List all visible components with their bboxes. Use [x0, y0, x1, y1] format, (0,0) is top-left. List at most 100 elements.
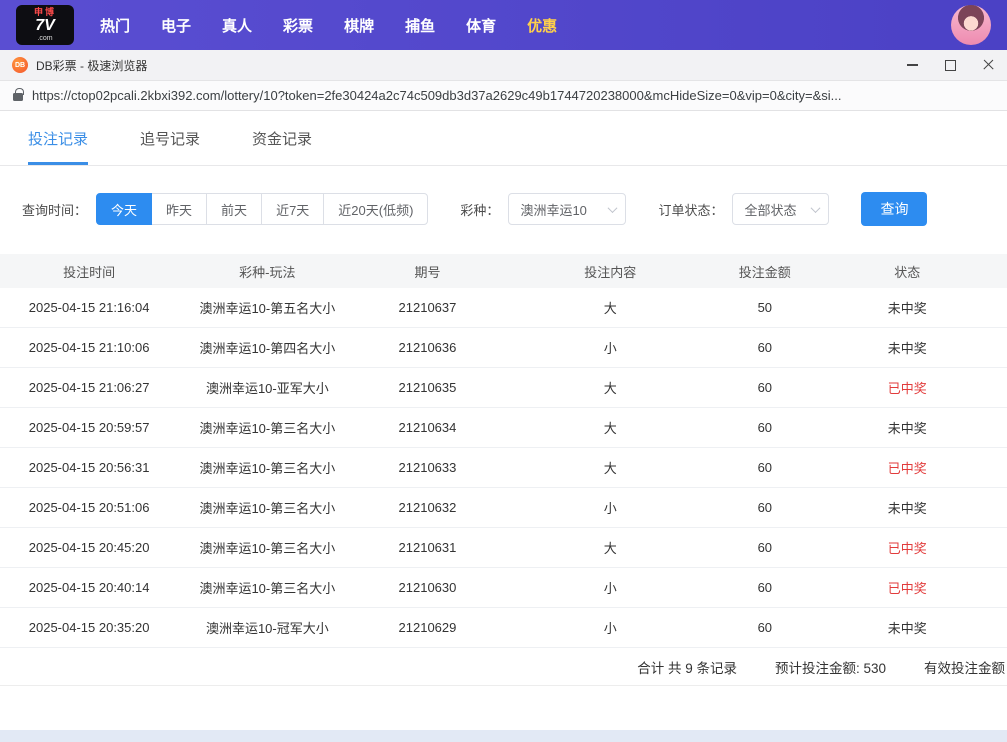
site-logo[interactable]: 申博 7V .com [16, 5, 74, 45]
tab-chase-records[interactable]: 追号记录 [140, 111, 200, 165]
cell-bet-content: 小 [498, 618, 722, 637]
cell-game-type: 澳洲幸运10-第三名大小 [178, 498, 356, 517]
cell-status: 已中奖 [808, 538, 1007, 557]
cell-bet-amount: 60 [722, 420, 808, 435]
column-header-game-type: 彩种-玩法 [178, 262, 356, 281]
nav-item-lottery[interactable]: 彩票 [283, 15, 313, 36]
chevron-down-icon [811, 203, 821, 213]
column-header-bet-content: 投注内容 [498, 262, 722, 281]
bet-records-table: 投注时间彩种-玩法期号投注内容投注金额状态 2025-04-15 21:16:0… [0, 254, 1007, 686]
table-row: 2025-04-15 20:59:57澳洲幸运10-第三名大小21210634大… [0, 408, 1007, 448]
page-content: 投注记录追号记录资金记录 查询时间： 今天昨天前天近7天近20天(低频) 彩种：… [0, 111, 1007, 686]
cell-game-type: 澳洲幸运10-第三名大小 [178, 458, 356, 477]
nav-item-fishing[interactable]: 捕鱼 [405, 15, 435, 36]
site-logo-text-top: 申博 [34, 8, 56, 17]
table-row: 2025-04-15 20:56:31澳洲幸运10-第三名大小21210633大… [0, 448, 1007, 488]
window-title: DB彩票 - 极速浏览器 [36, 57, 147, 74]
column-header-bet-time: 投注时间 [0, 262, 178, 281]
cell-bet-time: 2025-04-15 20:56:31 [0, 460, 178, 475]
expected-bet-amount: 预计投注金额: 530 [775, 657, 886, 677]
cell-bet-time: 2025-04-15 21:10:06 [0, 340, 178, 355]
nav-item-promos[interactable]: 优惠 [527, 15, 557, 36]
time-filter-group: 今天昨天前天近7天近20天(低频) [96, 193, 428, 225]
cell-status: 未中奖 [808, 298, 1007, 317]
user-avatar[interactable] [951, 5, 991, 45]
cell-bet-time: 2025-04-15 20:45:20 [0, 540, 178, 555]
cell-bet-amount: 60 [722, 540, 808, 555]
valid-bet-amount: 有效投注金额 [924, 657, 1005, 677]
cell-issue-number: 21210634 [356, 420, 498, 435]
nav-item-hot[interactable]: 热门 [100, 15, 130, 36]
cell-issue-number: 21210630 [356, 580, 498, 595]
nav-item-slots[interactable]: 电子 [161, 15, 191, 36]
tab-fund-records[interactable]: 资金记录 [252, 111, 312, 165]
cell-game-type: 澳洲幸运10-亚军大小 [178, 378, 356, 397]
cell-bet-content: 大 [498, 538, 722, 557]
nav-item-sports[interactable]: 体育 [466, 15, 496, 36]
cell-issue-number: 21210633 [356, 460, 498, 475]
table-summary-row: 合计 共 9 条记录 预计投注金额: 530 有效投注金额 [0, 648, 1007, 686]
cell-bet-amount: 60 [722, 580, 808, 595]
cell-status: 已中奖 [808, 458, 1007, 477]
cell-game-type: 澳洲幸运10-冠军大小 [178, 618, 356, 637]
cell-bet-time: 2025-04-15 20:59:57 [0, 420, 178, 435]
table-row: 2025-04-15 21:06:27澳洲幸运10-亚军大小21210635大6… [0, 368, 1007, 408]
nav-item-board-games[interactable]: 棋牌 [344, 15, 374, 36]
cell-bet-time: 2025-04-15 20:35:20 [0, 620, 178, 635]
cell-bet-content: 大 [498, 298, 722, 317]
cell-bet-content: 大 [498, 378, 722, 397]
cell-game-type: 澳洲幸运10-第四名大小 [178, 338, 356, 357]
cell-game-type: 澳洲幸运10-第三名大小 [178, 578, 356, 597]
minimize-icon[interactable] [893, 50, 931, 80]
lottery-select[interactable]: 澳洲幸运10 [508, 193, 626, 225]
close-icon[interactable] [969, 50, 1007, 80]
cell-bet-amount: 60 [722, 380, 808, 395]
cell-issue-number: 21210631 [356, 540, 498, 555]
order-status-label: 订单状态： [658, 200, 723, 219]
record-tabs: 投注记录追号记录资金记录 [0, 111, 1007, 166]
maximize-icon[interactable] [931, 50, 969, 80]
time-filter-yesterday[interactable]: 昨天 [151, 193, 207, 225]
cell-status: 未中奖 [808, 498, 1007, 517]
table-header-row: 投注时间彩种-玩法期号投注内容投注金额状态 [0, 254, 1007, 288]
top-navigation: 申博 7V .com 热门 电子 真人 彩票 棋牌 捕鱼 体育 优惠 [0, 0, 1007, 50]
cell-bet-content: 小 [498, 498, 722, 517]
cell-game-type: 澳洲幸运10-第三名大小 [178, 538, 356, 557]
browser-titlebar: DB DB彩票 - 极速浏览器 [0, 50, 1007, 81]
cell-bet-amount: 60 [722, 460, 808, 475]
cell-bet-time: 2025-04-15 21:06:27 [0, 380, 178, 395]
nav-item-live[interactable]: 真人 [222, 15, 252, 36]
time-filter-last-7-days[interactable]: 近7天 [261, 193, 324, 225]
query-button[interactable]: 查询 [861, 192, 927, 226]
record-count-summary: 合计 共 9 条记录 [637, 657, 737, 677]
cell-game-type: 澳洲幸运10-第五名大小 [178, 298, 356, 317]
cell-status: 已中奖 [808, 578, 1007, 597]
cell-issue-number: 21210629 [356, 620, 498, 635]
table-row: 2025-04-15 20:40:14澳洲幸运10-第三名大小21210630小… [0, 568, 1007, 608]
order-status-select[interactable]: 全部状态 [732, 193, 829, 225]
table-row: 2025-04-15 21:10:06澳洲幸运10-第四名大小21210636小… [0, 328, 1007, 368]
cell-game-type: 澳洲幸运10-第三名大小 [178, 418, 356, 437]
tab-bet-records[interactable]: 投注记录 [28, 111, 88, 165]
cell-bet-content: 小 [498, 578, 722, 597]
time-filter-day-before-yesterday[interactable]: 前天 [206, 193, 262, 225]
cell-issue-number: 21210636 [356, 340, 498, 355]
cell-status: 已中奖 [808, 378, 1007, 397]
table-row: 2025-04-15 20:35:20澳洲幸运10-冠军大小21210629小6… [0, 608, 1007, 648]
lottery-select-value: 澳洲幸运10 [520, 200, 586, 219]
url-text[interactable]: https://ctop02pcali.2kbxi392.com/lottery… [32, 88, 841, 103]
cell-bet-amount: 60 [722, 620, 808, 635]
time-filter-last-20-days[interactable]: 近20天(低频) [323, 193, 428, 225]
column-header-status: 状态 [808, 262, 1007, 281]
window-controls [893, 50, 1007, 80]
table-row: 2025-04-15 20:51:06澳洲幸运10-第三名大小21210632小… [0, 488, 1007, 528]
site-logo-text-bottom: .com [37, 35, 52, 42]
db-lottery-favicon-icon: DB [12, 57, 28, 73]
time-filter-today[interactable]: 今天 [96, 193, 152, 225]
time-filter-label: 查询时间： [22, 200, 87, 219]
column-header-issue-number: 期号 [356, 262, 498, 281]
site-logo-text-mid: 7V [35, 18, 55, 34]
cell-bet-content: 大 [498, 418, 722, 437]
main-nav: 热门 电子 真人 彩票 棋牌 捕鱼 体育 优惠 [100, 15, 557, 36]
cell-bet-content: 小 [498, 338, 722, 357]
